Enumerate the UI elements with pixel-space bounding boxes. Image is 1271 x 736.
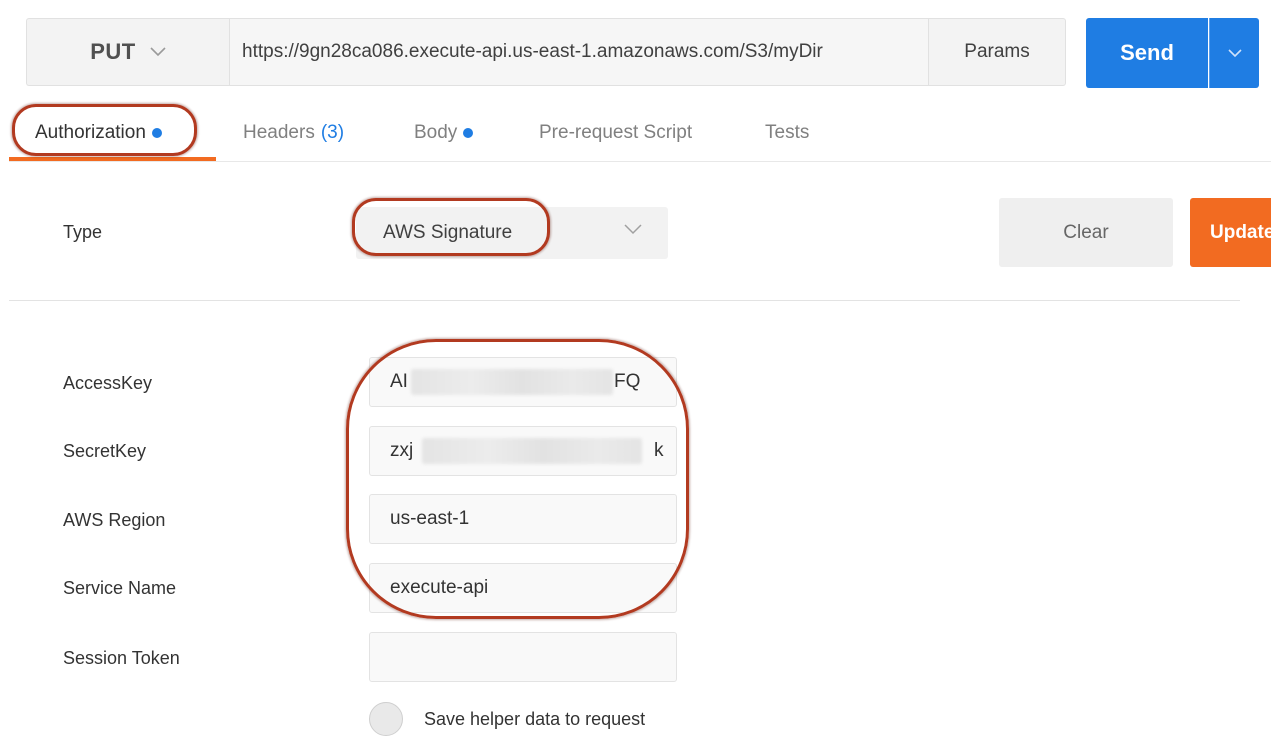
type-label: Type — [63, 222, 103, 242]
url-input[interactable]: https://9gn28ca086.execute-api.us-east-1… — [229, 18, 929, 86]
service-name-value: execute-api — [390, 577, 489, 598]
auth-type-value: AWS Signature — [383, 222, 513, 243]
params-button[interactable]: Params — [929, 18, 1066, 86]
chevron-down-icon — [624, 224, 642, 235]
tab-label: Pre-request Script — [539, 122, 693, 143]
send-button[interactable]: Send — [1086, 18, 1208, 88]
tab-label: Body — [414, 122, 458, 143]
url-text: https://9gn28ca086.execute-api.us-east-1… — [242, 41, 823, 62]
secret-key-prefix: zxj — [390, 440, 414, 461]
tab-label: Tests — [765, 122, 810, 143]
section-divider — [9, 300, 1240, 301]
save-helper-checkbox[interactable] — [369, 702, 403, 736]
chevron-down-icon — [150, 47, 166, 57]
tab-body[interactable]: Body — [414, 118, 474, 148]
send-label: Send — [1120, 40, 1174, 65]
service-name-label: Service Name — [63, 578, 177, 598]
method-label: PUT — [90, 39, 136, 64]
tab-label: Headers — [243, 122, 315, 143]
clear-label: Clear — [1063, 221, 1109, 243]
tab-divider — [9, 161, 1271, 162]
service-name-input[interactable]: execute-api — [369, 563, 677, 613]
tab-pre-request-script[interactable]: Pre-request Script — [539, 118, 692, 148]
secret-key-suffix: k — [654, 440, 664, 461]
tab-authorization[interactable]: Authorization — [35, 118, 162, 148]
access-key-label: AccessKey — [63, 373, 153, 393]
update-request-button[interactable]: Update — [1190, 198, 1271, 267]
aws-region-label: AWS Region — [63, 510, 166, 530]
send-dropdown-button[interactable] — [1209, 18, 1259, 88]
access-key-suffix: FQ — [614, 371, 641, 392]
redacted-mask — [422, 438, 642, 464]
session-token-input[interactable] — [369, 632, 677, 682]
session-token-label: Session Token — [63, 648, 180, 668]
aws-region-value: us-east-1 — [390, 508, 470, 529]
clear-button[interactable]: Clear — [999, 198, 1173, 267]
secret-key-input[interactable]: zxj k — [369, 426, 677, 476]
modified-dot — [463, 128, 474, 138]
tab-headers[interactable]: Headers (3) — [243, 118, 344, 148]
secret-key-label: SecretKey — [63, 441, 147, 461]
tab-count: (3) — [320, 122, 345, 143]
chevron-down-icon — [1227, 48, 1242, 57]
auth-type-select[interactable]: AWS Signature — [356, 207, 668, 259]
update-label: Update — [1210, 221, 1271, 243]
params-label: Params — [964, 41, 1030, 62]
access-key-prefix: AI — [390, 371, 408, 392]
aws-region-input[interactable]: us-east-1 — [369, 494, 677, 544]
access-key-input[interactable]: AI FQ — [369, 357, 677, 407]
tab-label: Authorization — [35, 122, 146, 143]
save-helper-label: Save helper data to request — [424, 709, 646, 729]
method-selector[interactable]: PUT — [26, 18, 229, 86]
modified-dot — [151, 128, 162, 138]
tab-tests[interactable]: Tests — [765, 118, 809, 148]
redacted-mask — [411, 369, 613, 395]
